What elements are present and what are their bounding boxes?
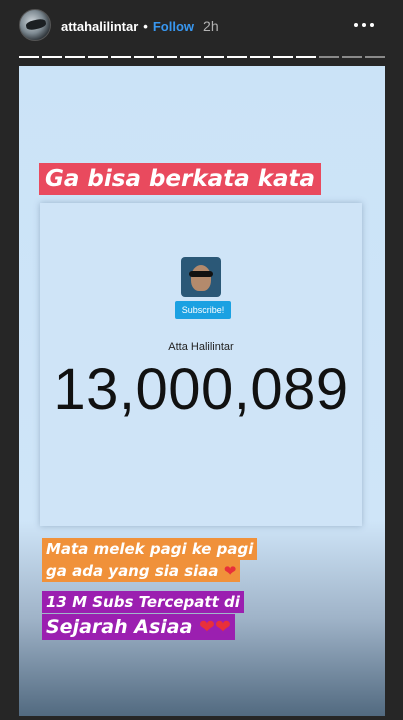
progress-segment [249,56,270,58]
caption-line-4: Sejarah Asiaa ❤❤ [42,614,235,640]
heart-icon: ❤ [223,562,237,580]
caption-line-2: ga ada yang sia siaa ❤ [42,560,241,582]
story-progress-bar [19,56,385,59]
subscriber-count: 13,000,089 [53,357,349,422]
progress-segment [272,56,293,58]
story-content[interactable]: Ga bisa berkata kata Subscribe! Atta Hal… [19,66,385,716]
caption-line-3: 13 M Subs Tercepatt di [42,591,244,613]
post-time: 2h [203,18,219,34]
progress-segment [341,56,362,58]
progress-segment [88,56,109,58]
progress-segment [180,56,201,58]
channel-name: Atta Halilintar [168,341,234,353]
subscriber-count-card: Subscribe! Atta Halilintar 13,000,089 [40,203,362,526]
profile-avatar[interactable] [19,9,51,41]
separator-dot: • [143,18,148,34]
story-title: Ga bisa berkata kata [39,163,322,195]
progress-segment [226,56,247,58]
channel-avatar [181,257,221,297]
progress-segment [65,56,86,58]
progress-segment [42,56,63,58]
header-meta: attahalilintar • Follow 2h [61,16,219,36]
caption-text: Sejarah Asiaa [46,616,200,638]
caption-text: ga ada yang sia siaa [46,562,224,580]
story-header: attahalilintar • Follow 2h [0,0,403,52]
progress-segment [203,56,224,58]
progress-segment [295,56,316,58]
caption-text: Mata melek pagi ke pagi [46,540,254,558]
progress-segment [134,56,155,58]
caption-line-1: Mata melek pagi ke pagi [42,538,258,560]
progress-segment [19,56,40,58]
progress-segment [111,56,132,58]
username[interactable]: attahalilintar [61,19,138,34]
progress-segment [157,56,178,58]
caption-text: 13 M Subs Tercepatt di [46,593,240,611]
progress-segment [364,56,385,58]
more-options-icon[interactable] [354,23,374,28]
hearts-icon: ❤❤ [199,616,231,638]
follow-button[interactable]: Follow [153,19,194,34]
progress-segment [318,56,339,58]
subscribe-button[interactable]: Subscribe! [175,301,231,319]
